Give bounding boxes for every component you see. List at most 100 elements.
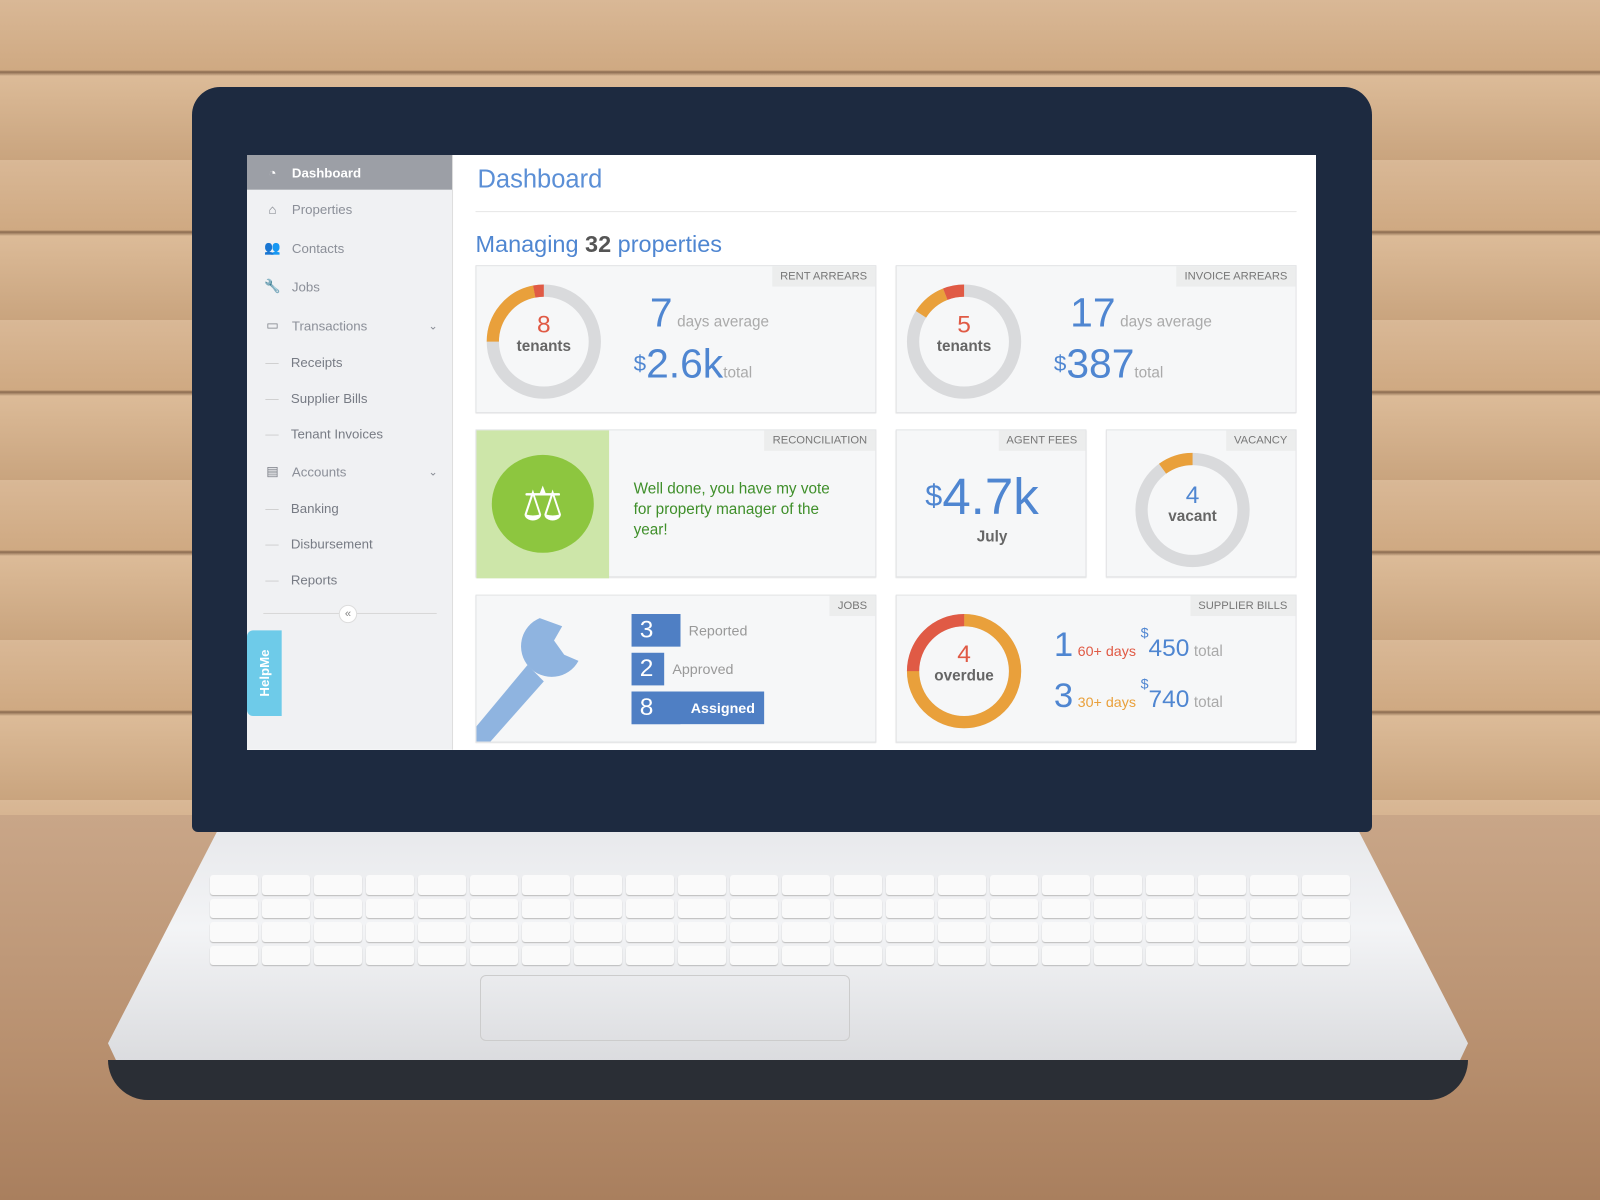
key: [730, 922, 778, 942]
sidebar-item-dashboard[interactable]: ◔ Dashboard: [247, 155, 453, 190]
tenant-label: tenants: [936, 337, 992, 355]
job-label: Reported: [688, 622, 748, 639]
key: [834, 875, 882, 895]
key: [1250, 898, 1298, 918]
invoice-arrears-card[interactable]: INVOICE ARREARS 5 tenants 17 days average…: [895, 265, 1297, 414]
key: [314, 922, 362, 942]
key: [366, 922, 414, 942]
collapse-button[interactable]: «: [338, 604, 358, 624]
property-count: 32: [585, 230, 612, 257]
sidebar-item-transactions[interactable]: ▭ Transactions ⌄: [247, 306, 452, 345]
key: [522, 875, 570, 895]
properties-summary: Managing 32 properties: [475, 230, 722, 258]
sidebar-item-properties[interactable]: ⌂ Properties: [247, 190, 452, 229]
vacant-label: vacant: [1168, 507, 1217, 526]
key: [886, 898, 934, 918]
key: [938, 898, 986, 918]
agent-fees-period: July: [976, 528, 1008, 546]
summary-suffix: properties: [617, 230, 723, 257]
sidebar-item-label: Disbursement: [290, 536, 373, 552]
key: [1250, 945, 1298, 965]
key: [782, 898, 830, 918]
key: [210, 945, 258, 965]
key: [418, 922, 466, 942]
wrench-icon: 🔧: [264, 278, 281, 294]
money-icon: ▭: [266, 317, 279, 333]
sidebar-item-label: Transactions: [291, 317, 368, 333]
supplier-bills-card[interactable]: SUPPLIER BILLS 4 overdue 1 60+ days $450 …: [895, 594, 1297, 743]
sidebar-item-reports[interactable]: — Reports: [247, 562, 452, 598]
sidebar-item-label: Jobs: [291, 278, 320, 295]
sidebar-item-label: Contacts: [291, 240, 345, 256]
key: [782, 922, 830, 942]
key: [574, 875, 622, 895]
key: [262, 875, 310, 895]
tenant-count: 5: [957, 311, 971, 339]
key: [1042, 875, 1090, 895]
chevron-down-icon[interactable]: ⌄: [428, 465, 437, 478]
key: [1250, 875, 1298, 895]
key: [366, 945, 414, 965]
jobs-card[interactable]: JOBS 3 Reported 2 Approved 8 Assigned: [475, 594, 877, 743]
job-status-assigned[interactable]: 8 Assigned: [631, 691, 765, 725]
key: [990, 898, 1038, 918]
key: [366, 875, 414, 895]
key: [938, 945, 986, 965]
job-count: 3: [631, 614, 681, 647]
sidebar-item-tenant-invoices[interactable]: — Tenant Invoices: [247, 416, 452, 452]
card-tag: SUPPLIER BILLS: [1190, 595, 1296, 617]
key: [574, 898, 622, 918]
key: [626, 875, 674, 895]
sidebar-item-receipts[interactable]: — Receipts: [247, 345, 452, 381]
amount-label: total: [723, 364, 753, 382]
sidebar-item-label: Supplier Bills: [290, 390, 368, 406]
sidebar-item-contacts[interactable]: 👥 Contacts: [247, 228, 452, 267]
card-tag: RENT ARREARS: [771, 266, 876, 287]
scales-icon: ⚖: [491, 454, 594, 553]
sidebar-item-disbursement[interactable]: — Disbursement: [247, 526, 452, 562]
vacancy-card[interactable]: VACANCY 4 vacant: [1105, 429, 1297, 578]
summary-prefix: Managing: [475, 230, 579, 257]
key: [1198, 898, 1246, 918]
chevron-down-icon[interactable]: ⌄: [428, 319, 437, 332]
key: [1094, 945, 1142, 965]
rent-arrears-card[interactable]: RENT ARREARS 8 tenants 7 days average $2.…: [475, 265, 877, 414]
sidebar-item-banking[interactable]: — Banking: [247, 491, 452, 527]
key: [1042, 898, 1090, 918]
key: [834, 898, 882, 918]
card-tag: RECONCILIATION: [764, 430, 876, 451]
card-tag: AGENT FEES: [998, 430, 1086, 451]
reconciliation-card[interactable]: ⚖ RECONCILIATION Well done, you have my …: [475, 429, 877, 579]
touchpad: [480, 975, 850, 1041]
job-status-approved[interactable]: 2 Approved: [631, 652, 765, 686]
currency: $: [925, 479, 943, 514]
page-title: Dashboard: [477, 165, 603, 194]
key: [626, 898, 674, 918]
key: [470, 875, 518, 895]
sidebar-item-label: Dashboard: [291, 164, 362, 180]
laptop-base-bottom: [108, 1060, 1468, 1100]
dash: —: [265, 390, 279, 406]
key: [262, 945, 310, 965]
key: [782, 875, 830, 895]
amount-value: 2.6k: [646, 341, 724, 387]
key: [1250, 922, 1298, 942]
overdue-label: overdue: [934, 667, 994, 685]
key: [1146, 922, 1194, 942]
dash: —: [265, 536, 279, 552]
key: [522, 922, 570, 942]
key: [262, 922, 310, 942]
key: [678, 898, 726, 918]
agent-fees-card[interactable]: AGENT FEES $4.7k July: [895, 429, 1087, 578]
job-count: 8: [631, 691, 681, 725]
days-label: days average: [1120, 313, 1212, 331]
currency: $: [1053, 350, 1067, 377]
laptop-screen: ◔ Dashboard ⌂ Properties 👥 Contacts 🔧 Jobs ▭ Tran…: [247, 155, 1316, 750]
sidebar-item-accounts[interactable]: ▤ Accounts ⌄: [247, 452, 452, 491]
sidebar-item-jobs[interactable]: 🔧 Jobs: [247, 267, 452, 306]
key: [678, 945, 726, 965]
amount-value: 387: [1066, 341, 1135, 387]
sidebar-item-supplier-bills[interactable]: — Supplier Bills: [247, 380, 452, 416]
helpme-tab[interactable]: HelpMe: [247, 630, 282, 716]
job-status-reported[interactable]: 3 Reported: [631, 614, 765, 647]
